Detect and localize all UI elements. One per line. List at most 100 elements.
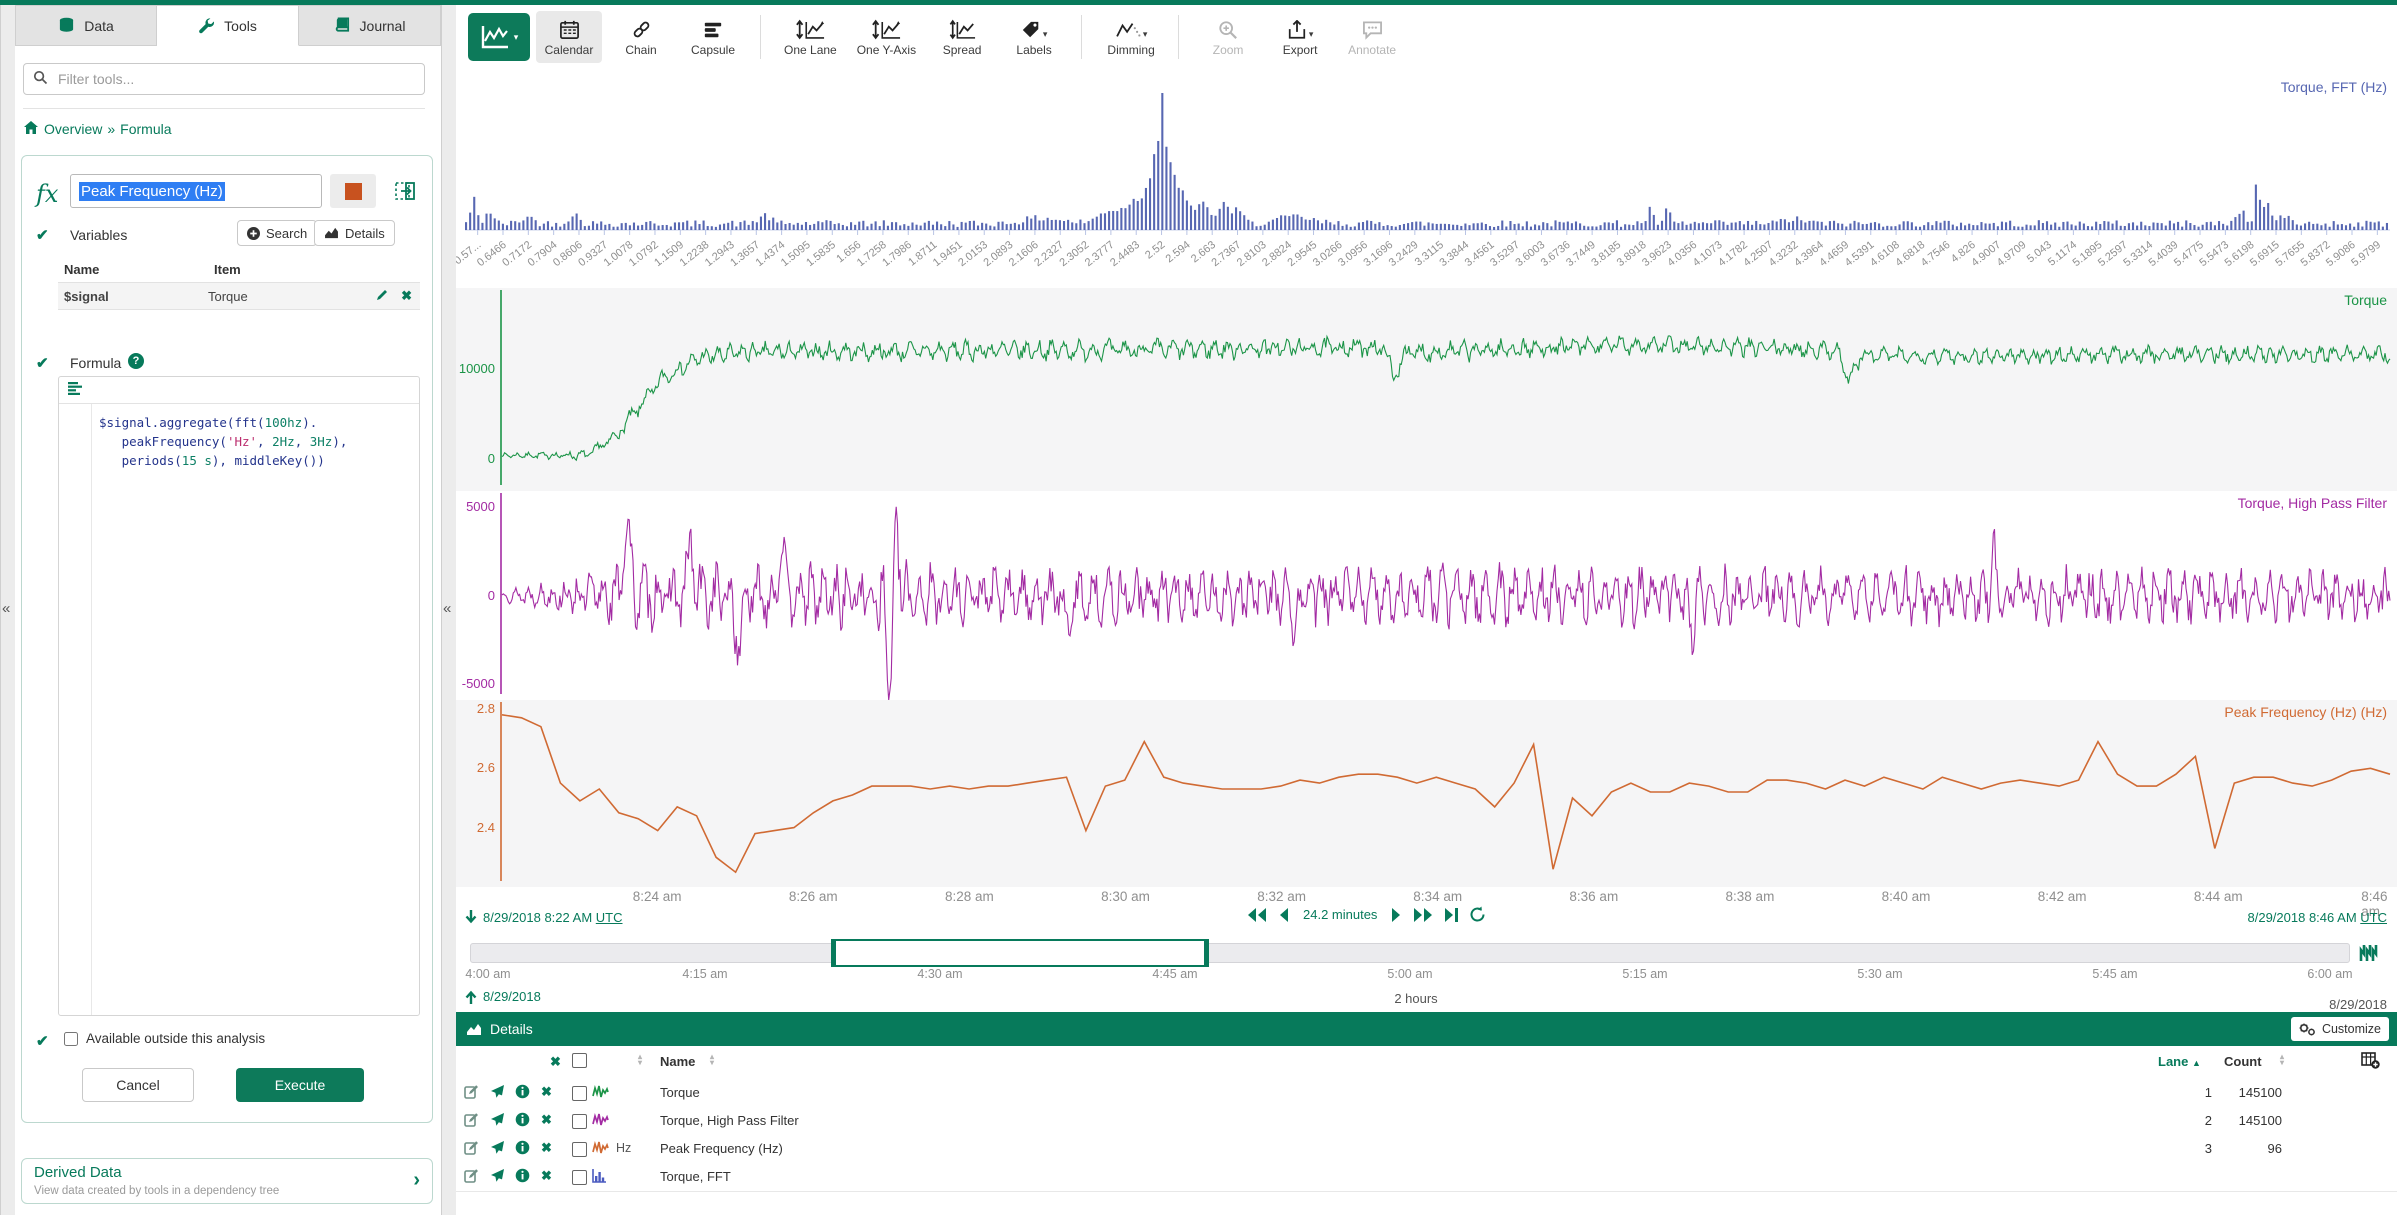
formula-code[interactable]: $signal.aggregate(fft(100hz). peakFreque…: [99, 413, 347, 470]
sort-type-icon[interactable]: ▴▾: [638, 1054, 642, 1066]
details-row-torque[interactable]: ✖Torque1145100: [456, 1079, 2397, 1108]
view-selector-button[interactable]: ▾: [468, 13, 530, 61]
edit-variable-icon[interactable]: [375, 288, 389, 305]
window-right-handle[interactable]: [1204, 939, 1209, 967]
toolbar-dimming-button[interactable]: ▾Dimming: [1098, 11, 1164, 63]
filter-tools-input[interactable]: [56, 70, 415, 88]
item-info-icon[interactable]: [515, 1112, 530, 1130]
available-outside-checkbox[interactable]: [64, 1032, 78, 1046]
chart-lane-highpass[interactable]: 50000-5000Torque, High Pass Filter: [456, 491, 2397, 700]
send-item-icon[interactable]: [490, 1084, 505, 1102]
chevron-right-icon[interactable]: ›: [413, 1169, 420, 1192]
remove-item-icon[interactable]: ✖: [541, 1112, 552, 1128]
tab-data[interactable]: Data: [15, 5, 157, 46]
toolbar-calendar-button[interactable]: Calendar: [536, 11, 602, 63]
step-back-icon[interactable]: [1278, 907, 1289, 923]
toolbar-one-y-axis-button[interactable]: One Y-Axis: [850, 11, 923, 63]
details-row-torque-fft[interactable]: ✖ Torque, FFT: [456, 1163, 2397, 1192]
row-checkbox[interactable]: [572, 1142, 587, 1157]
color-swatch-button[interactable]: [330, 174, 376, 208]
sidebar-collapse-strip[interactable]: «: [441, 5, 457, 1215]
auto-update-icon[interactable]: [2358, 943, 2380, 966]
row-checkbox[interactable]: [572, 1086, 587, 1101]
variables-details-button[interactable]: Details: [314, 220, 395, 246]
refresh-icon[interactable]: [1469, 906, 1486, 923]
item-info-icon[interactable]: [515, 1140, 530, 1158]
overview-selection-window[interactable]: [831, 939, 1209, 967]
sort-name-icon[interactable]: ▴▾: [710, 1054, 714, 1066]
remove-item-icon[interactable]: ✖: [541, 1084, 552, 1100]
step-back-fast-icon[interactable]: [1246, 907, 1268, 923]
home-icon[interactable]: [23, 120, 39, 138]
derived-data-subtitle: View data created by tools in a dependen…: [34, 1185, 279, 1197]
display-range-start[interactable]: 8/29/2018 8:22 AM UTC: [465, 910, 623, 925]
lane-title-peakfreq[interactable]: Peak Frequency (Hz) (Hz): [2224, 704, 2387, 720]
window-left-handle[interactable]: [831, 939, 836, 967]
derived-data-panel[interactable]: Derived Data View data created by tools …: [21, 1158, 433, 1204]
execute-button[interactable]: Execute: [236, 1068, 364, 1102]
move-to-display-icon[interactable]: [390, 176, 420, 206]
name-column-header[interactable]: Name: [660, 1054, 695, 1069]
lane-title-highpass[interactable]: Torque, High Pass Filter: [2238, 495, 2387, 511]
details-row-torque-high-pass-filter[interactable]: ✖Torque, High Pass Filter2145100: [456, 1107, 2397, 1136]
lane-title-fft[interactable]: Torque, FFT (Hz): [2281, 79, 2387, 95]
sort-count-icon[interactable]: ▴▾: [2280, 1054, 2284, 1066]
formula-list-icon[interactable]: [67, 381, 83, 400]
lane-title-torque[interactable]: Torque: [2344, 292, 2387, 308]
item-name[interactable]: Torque: [660, 1085, 700, 1100]
y-axis-tick: 2.6: [455, 760, 495, 775]
cancel-button[interactable]: Cancel: [82, 1068, 194, 1102]
edit-item-icon[interactable]: [464, 1140, 479, 1158]
remove-item-icon[interactable]: ✖: [541, 1168, 552, 1184]
remove-item-icon[interactable]: ✖: [541, 1140, 552, 1156]
remove-all-icon[interactable]: ✖: [550, 1054, 561, 1070]
breadcrumb-overview-link[interactable]: Overview: [44, 121, 102, 137]
row-checkbox[interactable]: [572, 1114, 587, 1129]
toolbar-labels-button[interactable]: ▾Labels: [1001, 11, 1067, 63]
formula-editor[interactable]: $signal.aggregate(fft(100hz). peakFreque…: [58, 376, 420, 1016]
display-range-end[interactable]: 8/29/2018 8:46 AM UTC: [2248, 910, 2388, 925]
item-name[interactable]: Peak Frequency (Hz): [660, 1141, 783, 1156]
toolbar-chain-button[interactable]: Chain: [608, 11, 674, 63]
edit-item-icon[interactable]: [464, 1084, 479, 1102]
collapse-sidebar-icon[interactable]: «: [443, 600, 451, 617]
item-name[interactable]: Torque, High Pass Filter: [660, 1113, 799, 1128]
add-column-icon[interactable]: [2361, 1052, 2380, 1072]
item-info-icon[interactable]: [515, 1168, 530, 1186]
count-column-header[interactable]: Count: [2224, 1054, 2262, 1069]
item-name[interactable]: Torque, FFT: [660, 1169, 731, 1184]
select-all-checkbox[interactable]: [572, 1053, 587, 1068]
breadcrumb-current: Formula: [120, 121, 171, 137]
edit-item-icon[interactable]: [464, 1168, 479, 1186]
send-item-icon[interactable]: [490, 1140, 505, 1158]
toolbar-one-lane-button[interactable]: One Lane: [777, 11, 844, 63]
chart-lane-torque[interactable]: 100000Torque: [456, 288, 2397, 491]
tab-tools[interactable]: Tools: [157, 5, 299, 46]
customize-button[interactable]: Customize: [2291, 1017, 2389, 1041]
details-row-peak-frequency-hz-[interactable]: ✖HzPeak Frequency (Hz)396: [456, 1135, 2397, 1164]
overview-scrollbar-track[interactable]: [470, 943, 2350, 963]
variables-search-button[interactable]: Search: [237, 220, 317, 246]
tab-journal[interactable]: Journal: [299, 5, 441, 46]
item-info-icon[interactable]: [515, 1084, 530, 1102]
formula-name-input[interactable]: Peak Frequency (Hz): [70, 174, 322, 208]
toolbar-capsule-button[interactable]: Capsule: [680, 11, 746, 63]
collapse-left-icon[interactable]: «: [2, 600, 10, 617]
duration-label[interactable]: 24.2 minutes: [1303, 907, 1377, 922]
toolbar-spread-button[interactable]: Spread: [929, 11, 995, 63]
step-forward-icon[interactable]: [1391, 907, 1402, 923]
filter-tools-box[interactable]: [23, 63, 425, 95]
chart-lane-fft[interactable]: 0.57...0.64660.71720.79040.86060.93271.0…: [456, 75, 2397, 288]
send-item-icon[interactable]: [490, 1112, 505, 1130]
left-collapse-strip[interactable]: «: [0, 5, 16, 1215]
step-forward-fast-icon[interactable]: [1412, 907, 1434, 923]
send-item-icon[interactable]: [490, 1168, 505, 1186]
step-to-end-icon[interactable]: [1444, 907, 1459, 923]
edit-item-icon[interactable]: [464, 1112, 479, 1130]
formula-help-icon[interactable]: ?: [128, 353, 144, 369]
row-checkbox[interactable]: [572, 1170, 587, 1185]
toolbar-export-button[interactable]: ▾Export: [1267, 11, 1333, 63]
remove-variable-icon[interactable]: ✖: [401, 288, 412, 305]
chart-lane-peakfreq[interactable]: 2.82.62.4Peak Frequency (Hz) (Hz): [456, 700, 2397, 887]
lane-column-header[interactable]: Lane ▲: [2158, 1054, 2201, 1069]
